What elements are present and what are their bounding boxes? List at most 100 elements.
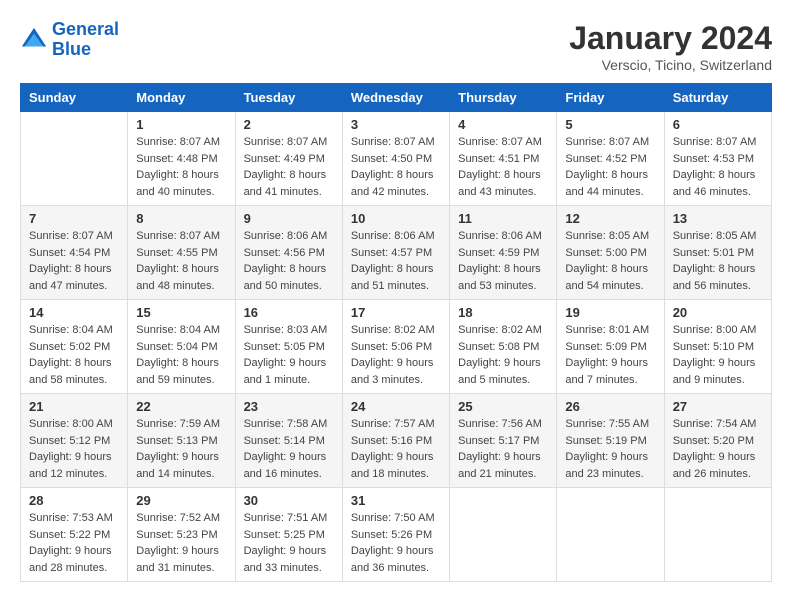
- day-info: Sunrise: 7:50 AMSunset: 5:26 PMDaylight:…: [351, 510, 441, 576]
- calendar-header-row: SundayMondayTuesdayWednesdayThursdayFrid…: [21, 84, 772, 112]
- calendar-cell: 5 Sunrise: 8:07 AMSunset: 4:52 PMDaylight…: [557, 112, 664, 206]
- calendar-cell: 4 Sunrise: 8:07 AMSunset: 4:51 PMDaylight…: [450, 112, 557, 206]
- calendar-cell: 9Sunrise: 8:06 AMSunset: 4:56 PMDaylight…: [235, 206, 342, 300]
- day-info: Sunrise: 8:02 AMSunset: 5:08 PMDaylight:…: [458, 322, 548, 388]
- calendar-cell: 29 Sunrise: 7:52 AMSunset: 5:23 PMDayligh…: [128, 488, 235, 582]
- day-info: Sunrise: 8:05 AMSunset: 5:01 PMDaylight:…: [673, 228, 763, 294]
- day-info: Sunrise: 7:53 AMSunset: 5:22 PMDaylight:…: [29, 510, 119, 576]
- day-number: 18: [458, 305, 548, 320]
- day-number: 20: [673, 305, 763, 320]
- calendar-cell: 15Sunrise: 8:04 AMSunset: 5:04 PMDayligh…: [128, 300, 235, 394]
- day-number: 8: [136, 211, 226, 226]
- weekday-header: Friday: [557, 84, 664, 112]
- day-number: 4: [458, 117, 548, 132]
- calendar-cell: 18 Sunrise: 8:02 AMSunset: 5:08 PMDayligh…: [450, 300, 557, 394]
- day-number: 15: [136, 305, 226, 320]
- page-header: General Blue January 2024 Verscio, Ticin…: [20, 20, 772, 73]
- day-info: Sunrise: 8:07 AMSunset: 4:53 PMDaylight:…: [673, 134, 763, 200]
- day-number: 16: [244, 305, 334, 320]
- day-info: Sunrise: 8:04 AMSunset: 5:02 PMDaylight:…: [29, 322, 119, 388]
- calendar-week-row: 1Sunrise: 8:07 AMSunset: 4:48 PMDaylight…: [21, 112, 772, 206]
- day-info: Sunrise: 7:52 AMSunset: 5:23 PMDaylight:…: [136, 510, 226, 576]
- calendar-cell: [21, 112, 128, 206]
- day-number: 25: [458, 399, 548, 414]
- day-number: 23: [244, 399, 334, 414]
- day-info: Sunrise: 8:03 AMSunset: 5:05 PMDaylight:…: [244, 322, 334, 388]
- day-info: Sunrise: 8:07 AMSunset: 4:52 PMDaylight:…: [565, 134, 655, 200]
- logo: General Blue: [20, 20, 119, 60]
- calendar-cell: 24Sunrise: 7:57 AMSunset: 5:16 PMDayligh…: [342, 394, 449, 488]
- month-title: January 2024: [569, 20, 772, 57]
- day-info: Sunrise: 8:07 AMSunset: 4:48 PMDaylight:…: [136, 134, 226, 200]
- calendar-cell: [450, 488, 557, 582]
- day-number: 6: [673, 117, 763, 132]
- day-number: 24: [351, 399, 441, 414]
- day-number: 31: [351, 493, 441, 508]
- day-info: Sunrise: 8:07 AMSunset: 4:49 PMDaylight:…: [244, 134, 334, 200]
- day-info: Sunrise: 8:06 AMSunset: 4:59 PMDaylight:…: [458, 228, 548, 294]
- day-number: 14: [29, 305, 119, 320]
- day-info: Sunrise: 7:56 AMSunset: 5:17 PMDaylight:…: [458, 416, 548, 482]
- day-info: Sunrise: 7:55 AMSunset: 5:19 PMDaylight:…: [565, 416, 655, 482]
- day-number: 29: [136, 493, 226, 508]
- day-number: 10: [351, 211, 441, 226]
- day-number: 2: [244, 117, 334, 132]
- day-info: Sunrise: 8:06 AMSunset: 4:57 PMDaylight:…: [351, 228, 441, 294]
- day-number: 11: [458, 211, 548, 226]
- weekday-header: Wednesday: [342, 84, 449, 112]
- calendar-cell: 1Sunrise: 8:07 AMSunset: 4:48 PMDaylight…: [128, 112, 235, 206]
- calendar-cell: 20Sunrise: 8:00 AMSunset: 5:10 PMDayligh…: [664, 300, 771, 394]
- calendar-table: SundayMondayTuesdayWednesdayThursdayFrid…: [20, 83, 772, 582]
- day-number: 3: [351, 117, 441, 132]
- title-block: January 2024 Verscio, Ticino, Switzerlan…: [569, 20, 772, 73]
- calendar-cell: 28Sunrise: 7:53 AMSunset: 5:22 PMDayligh…: [21, 488, 128, 582]
- calendar-cell: 3 Sunrise: 8:07 AMSunset: 4:50 PMDaylight…: [342, 112, 449, 206]
- weekday-header: Saturday: [664, 84, 771, 112]
- day-number: 30: [244, 493, 334, 508]
- calendar-week-row: 21Sunrise: 8:00 AMSunset: 5:12 PMDayligh…: [21, 394, 772, 488]
- location: Verscio, Ticino, Switzerland: [569, 57, 772, 73]
- day-number: 5: [565, 117, 655, 132]
- day-number: 7: [29, 211, 119, 226]
- logo-icon: [20, 26, 48, 54]
- day-number: 19: [565, 305, 655, 320]
- calendar-week-row: 28Sunrise: 7:53 AMSunset: 5:22 PMDayligh…: [21, 488, 772, 582]
- calendar-cell: 2 Sunrise: 8:07 AMSunset: 4:49 PMDaylight…: [235, 112, 342, 206]
- calendar-cell: [664, 488, 771, 582]
- day-number: 17: [351, 305, 441, 320]
- day-number: 27: [673, 399, 763, 414]
- calendar-cell: 14 Sunrise: 8:04 AMSunset: 5:02 PMDayligh…: [21, 300, 128, 394]
- calendar-cell: 11 Sunrise: 8:06 AMSunset: 4:59 PMDayligh…: [450, 206, 557, 300]
- day-number: 26: [565, 399, 655, 414]
- calendar-cell: 8 Sunrise: 8:07 AMSunset: 4:55 PMDaylight…: [128, 206, 235, 300]
- weekday-header: Thursday: [450, 84, 557, 112]
- day-info: Sunrise: 7:58 AMSunset: 5:14 PMDaylight:…: [244, 416, 334, 482]
- calendar-cell: 21Sunrise: 8:00 AMSunset: 5:12 PMDayligh…: [21, 394, 128, 488]
- calendar-week-row: 14 Sunrise: 8:04 AMSunset: 5:02 PMDayligh…: [21, 300, 772, 394]
- day-info: Sunrise: 8:02 AMSunset: 5:06 PMDaylight:…: [351, 322, 441, 388]
- calendar-cell: 6 Sunrise: 8:07 AMSunset: 4:53 PMDaylight…: [664, 112, 771, 206]
- day-number: 13: [673, 211, 763, 226]
- calendar-cell: 13 Sunrise: 8:05 AMSunset: 5:01 PMDayligh…: [664, 206, 771, 300]
- day-info: Sunrise: 8:00 AMSunset: 5:12 PMDaylight:…: [29, 416, 119, 482]
- calendar-cell: 12Sunrise: 8:05 AMSunset: 5:00 PMDayligh…: [557, 206, 664, 300]
- day-info: Sunrise: 7:59 AMSunset: 5:13 PMDaylight:…: [136, 416, 226, 482]
- day-info: Sunrise: 7:54 AMSunset: 5:20 PMDaylight:…: [673, 416, 763, 482]
- calendar-cell: 23 Sunrise: 7:58 AMSunset: 5:14 PMDayligh…: [235, 394, 342, 488]
- day-info: Sunrise: 8:06 AMSunset: 4:56 PMDaylight:…: [244, 228, 334, 294]
- calendar-cell: 30Sunrise: 7:51 AMSunset: 5:25 PMDayligh…: [235, 488, 342, 582]
- day-info: Sunrise: 8:07 AMSunset: 4:54 PMDaylight:…: [29, 228, 119, 294]
- day-info: Sunrise: 8:07 AMSunset: 4:50 PMDaylight:…: [351, 134, 441, 200]
- calendar-cell: [557, 488, 664, 582]
- logo-text: General Blue: [52, 20, 119, 60]
- weekday-header: Monday: [128, 84, 235, 112]
- calendar-cell: 7 Sunrise: 8:07 AMSunset: 4:54 PMDaylight…: [21, 206, 128, 300]
- day-number: 12: [565, 211, 655, 226]
- calendar-cell: 25 Sunrise: 7:56 AMSunset: 5:17 PMDayligh…: [450, 394, 557, 488]
- day-info: Sunrise: 8:07 AMSunset: 4:55 PMDaylight:…: [136, 228, 226, 294]
- calendar-cell: 10 Sunrise: 8:06 AMSunset: 4:57 PMDayligh…: [342, 206, 449, 300]
- weekday-header: Sunday: [21, 84, 128, 112]
- day-info: Sunrise: 8:07 AMSunset: 4:51 PMDaylight:…: [458, 134, 548, 200]
- calendar-cell: 17 Sunrise: 8:02 AMSunset: 5:06 PMDayligh…: [342, 300, 449, 394]
- calendar-cell: 16 Sunrise: 8:03 AMSunset: 5:05 PMDayligh…: [235, 300, 342, 394]
